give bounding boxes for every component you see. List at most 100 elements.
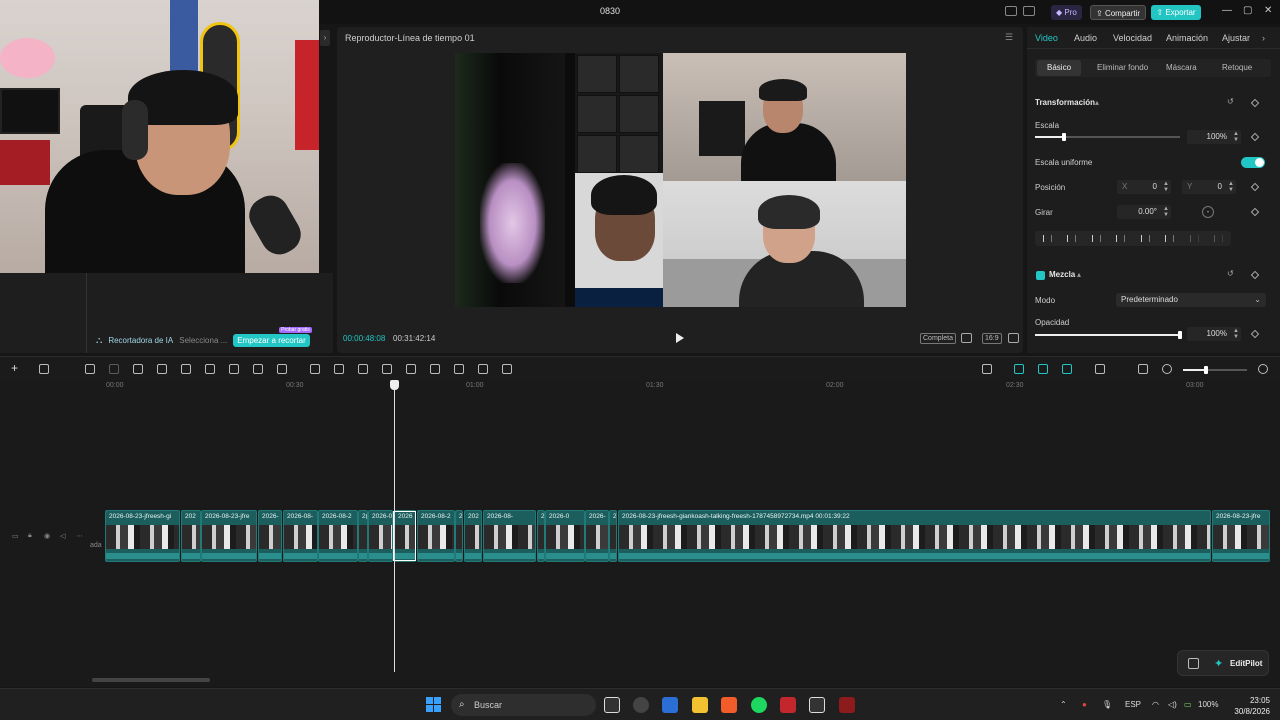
screenshot-icon[interactable] [961,333,972,343]
ratio-select[interactable]: 16:9 [982,333,1002,344]
timeline-scrollbar[interactable] [92,678,210,682]
timeline-clip[interactable]: 2i [455,510,463,562]
delete-icon[interactable] [205,364,215,374]
lock-icon[interactable]: 🔒︎ [28,532,32,540]
stepper-icon[interactable]: ▲ ▼ [1233,131,1239,143]
timeline-clip[interactable]: 2026-08-2 [318,510,358,562]
subtab-retouch[interactable]: Retoque [1222,63,1252,72]
timeline-clip[interactable]: 2( [537,510,545,562]
tab-speed[interactable]: Velocidad [1113,33,1152,43]
preview-axis-icon[interactable] [1062,364,1072,374]
map-icon[interactable] [633,697,649,713]
snap-icon[interactable] [1038,364,1048,374]
app-icon[interactable] [839,697,855,713]
store-icon[interactable] [662,697,678,713]
volume-icon[interactable]: ◁ [60,532,65,540]
video-track[interactable]: 2026-08-23-jfreesh-gi 202 2026-08-23-jfre 2… [105,510,1270,562]
fullscreen-icon[interactable] [1008,333,1019,343]
align-center-icon[interactable] [1067,235,1077,242]
tab-video[interactable]: Video [1035,33,1058,43]
scale-input[interactable]: 100% ▲ ▼ [1187,130,1241,144]
timeline-clip[interactable]: 2( [358,510,368,562]
timeline-clip[interactable]: 2026- [585,510,609,562]
uniform-scale-toggle[interactable] [1241,157,1265,168]
rotate-icon[interactable] [406,364,416,374]
distribute-v-icon[interactable] [1214,235,1224,242]
battery-icon[interactable]: ▭ [1184,700,1192,709]
extract-icon[interactable] [334,364,344,374]
keyframe-icon[interactable] [1250,98,1260,108]
tray-chevron-icon[interactable]: ⌃ [1060,700,1067,709]
volume-icon[interactable]: ◁) [1168,700,1177,709]
zoom-slider[interactable] [1183,366,1247,374]
close-icon[interactable]: ✕ [1264,5,1272,16]
track-cover-icon[interactable]: ▭ [12,532,19,540]
timeline[interactable]: 00:00 00:30 01:00 01:30 02:00 02:30 03:0… [0,380,1280,687]
timeline-clip[interactable]: 2026-0 [368,510,393,562]
collapse-panel-icon[interactable]: › [320,30,330,46]
image-icon[interactable] [478,364,488,374]
track-icon[interactable] [1095,364,1105,374]
wifi-icon[interactable]: ◠ [1152,700,1159,709]
keyframe-icon[interactable] [1250,182,1260,192]
panel-icon[interactable] [1188,658,1199,669]
reset-icon[interactable]: ↺ [1227,97,1234,106]
preview-canvas[interactable] [455,53,906,307]
speed-icon[interactable] [358,364,368,374]
select-tool-icon[interactable] [39,364,49,374]
more-icon[interactable]: ⋯ [76,532,83,540]
link-icon[interactable] [1014,364,1024,374]
clock[interactable]: 23:05 30/8/2026 [1230,695,1270,717]
playhead-handle[interactable] [390,380,399,390]
ai-tool-icon[interactable] [277,364,287,374]
align-bottom-icon[interactable] [1165,235,1175,242]
play-icon[interactable] [676,333,684,343]
keyframe-icon[interactable] [1250,270,1260,280]
split-icon[interactable] [133,364,143,374]
timeline-clip[interactable]: 202 [181,510,201,562]
folder-icon[interactable] [692,697,708,713]
player-menu-icon[interactable]: ☰ [1005,32,1013,43]
auto-cut-icon[interactable] [502,364,512,374]
marker-icon[interactable] [229,364,239,374]
subtab-mask[interactable]: Máscara [1166,63,1197,72]
freeze-icon[interactable] [310,364,320,374]
tray-mic-icon[interactable]: 🎙︎ [1102,700,1112,709]
capcut-active-icon[interactable] [809,697,825,713]
trim-left-icon[interactable] [157,364,167,374]
minimize-icon[interactable]: — [1222,5,1232,16]
position-x-input[interactable]: X 0 ▲ ▼ [1117,180,1171,194]
brave-icon[interactable] [721,697,737,713]
opacity-slider-knob[interactable] [1178,331,1182,339]
language-indicator[interactable]: ESP [1125,700,1141,709]
export-button[interactable]: ⇧ Exportar [1151,5,1201,20]
stepper-icon[interactable]: ▲ ▼ [1228,181,1234,193]
taskbar-search[interactable]: ⌕ Buscar [451,694,596,716]
eye-icon[interactable]: ◉ [44,532,50,540]
crop-icon[interactable] [253,364,263,374]
layout-icon[interactable] [1005,6,1017,16]
keyframe-icon[interactable] [1250,207,1260,217]
zoom-in-icon[interactable] [1258,364,1268,374]
blend-mode-select[interactable]: Predeterminado ⌄ [1116,293,1266,307]
microphone-icon[interactable] [982,364,992,374]
timeline-clip[interactable]: 2026-08-23-jfre [1212,510,1270,562]
keyframe-icon[interactable] [1250,132,1260,142]
subtab-basic[interactable]: Básico [1037,60,1082,76]
undo-icon[interactable] [85,364,95,374]
rotate-input[interactable]: 0.00° ▲ ▼ [1117,205,1171,219]
share-button[interactable]: ⇪ Compartir [1090,5,1147,20]
align-top-icon[interactable] [1116,235,1126,242]
start-crop-button[interactable]: Empezar a recortar Probar gratis [233,326,312,347]
time-ruler[interactable]: 00:00 00:30 01:00 01:30 02:00 02:30 03:0… [90,380,1280,394]
blend-header[interactable]: Mezcla [1049,270,1075,279]
tab-animation[interactable]: Animación [1166,33,1208,43]
timeline-clip[interactable]: 2026-08-23-jfreesh-giankoash-talking-fre… [618,510,1211,562]
trim-right-icon[interactable] [181,364,191,374]
windows-start-icon[interactable] [426,697,441,712]
opacity-slider[interactable] [1035,331,1182,339]
spotify-icon[interactable] [751,697,767,713]
scale-slider-knob[interactable] [1062,133,1066,141]
zoom-slider-knob[interactable] [1204,366,1208,374]
shortcuts-icon[interactable] [1023,6,1035,16]
